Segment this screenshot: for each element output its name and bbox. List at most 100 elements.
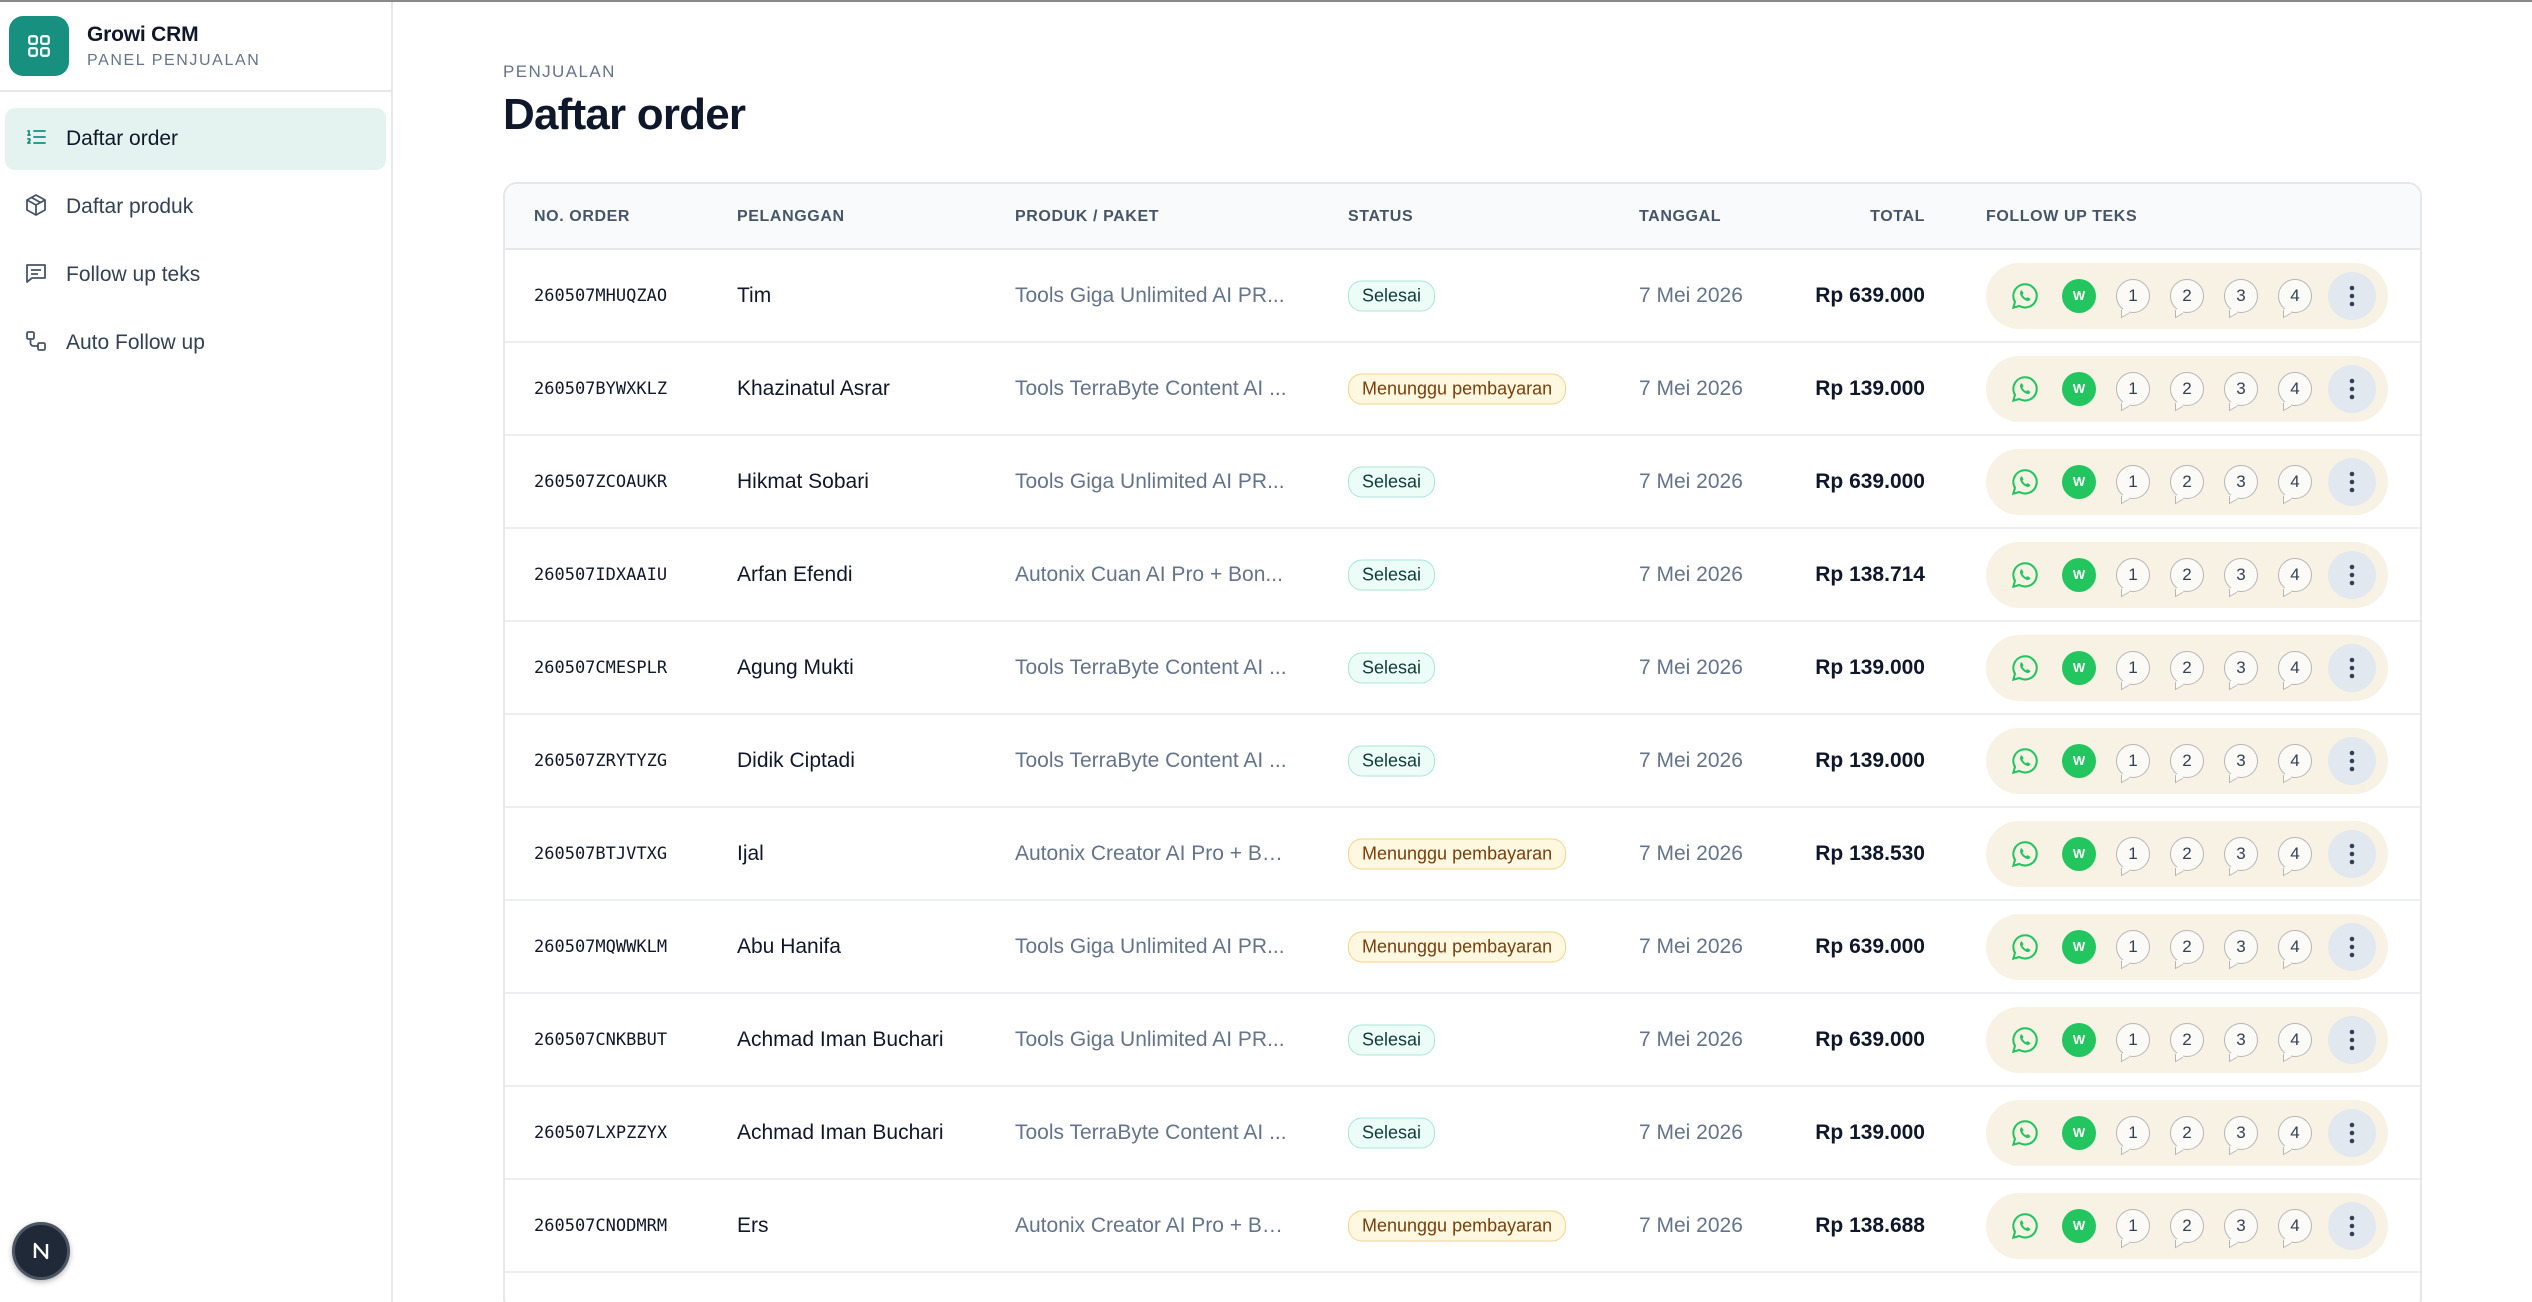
followup-3-button[interactable]: 3 xyxy=(2224,1208,2258,1243)
followup-1-button[interactable]: 1 xyxy=(2116,743,2150,778)
sidebar-item-auto-follow-up[interactable]: Auto Follow up xyxy=(5,312,386,374)
whatsapp-icon[interactable] xyxy=(2008,372,2042,406)
followup-1-button[interactable]: 1 xyxy=(2116,836,2150,871)
whatsapp-icon[interactable] xyxy=(2008,651,2042,685)
followup-2-button[interactable]: 2 xyxy=(2170,1022,2204,1057)
followup-3-button[interactable]: 3 xyxy=(2224,557,2258,592)
followup-4-button[interactable]: 4 xyxy=(2278,836,2312,871)
next-dev-badge[interactable] xyxy=(12,1222,70,1280)
followup-4-button[interactable]: 4 xyxy=(2278,1022,2312,1057)
followup-4-button[interactable]: 4 xyxy=(2278,371,2312,406)
whatsapp-web-button[interactable]: W xyxy=(2062,929,2096,964)
whatsapp-icon[interactable] xyxy=(2008,1209,2042,1243)
whatsapp-web-button[interactable]: W xyxy=(2062,464,2096,499)
col-total[interactable]: TOTAL xyxy=(1870,208,1925,226)
followup-1-button[interactable]: 1 xyxy=(2116,1115,2150,1150)
followup-3-button[interactable]: 3 xyxy=(2224,1115,2258,1150)
more-vertical-icon[interactable] xyxy=(2328,364,2376,413)
more-vertical-icon[interactable] xyxy=(2328,829,2376,878)
table-row[interactable]: 260507CNKBBUT Achmad Iman Buchari Tools … xyxy=(505,994,2420,1087)
followup-1-button[interactable]: 1 xyxy=(2116,278,2150,313)
more-vertical-icon[interactable] xyxy=(2328,643,2376,692)
followup-3-button[interactable]: 3 xyxy=(2224,371,2258,406)
table-row[interactable]: 260507BYWXKLZ Khazinatul Asrar Tools Ter… xyxy=(505,343,2420,436)
table-row[interactable]: 260507ZRYTYZG Didik Ciptadi Tools TerraB… xyxy=(505,715,2420,808)
more-vertical-icon[interactable] xyxy=(2328,736,2376,785)
followup-2-button[interactable]: 2 xyxy=(2170,1208,2204,1243)
more-vertical-icon[interactable] xyxy=(2328,1201,2376,1250)
followup-4-button[interactable]: 4 xyxy=(2278,557,2312,592)
followup-2-button[interactable]: 2 xyxy=(2170,650,2204,685)
followup-2-button[interactable]: 2 xyxy=(2170,743,2204,778)
followup-2-button[interactable]: 2 xyxy=(2170,278,2204,313)
order-number[interactable]: 260507MHUQZAO xyxy=(534,286,667,306)
order-number[interactable]: 260507CNODMRM xyxy=(534,1216,667,1236)
whatsapp-icon[interactable] xyxy=(2008,465,2042,499)
whatsapp-web-button[interactable]: W xyxy=(2062,1022,2096,1057)
order-number[interactable]: 260507MQWWKLM xyxy=(534,937,667,957)
order-number[interactable]: 260507BTJVTXG xyxy=(534,844,667,864)
order-number[interactable]: 260507CMESPLR xyxy=(534,658,667,678)
whatsapp-icon[interactable] xyxy=(2008,279,2042,313)
followup-3-button[interactable]: 3 xyxy=(2224,650,2258,685)
followup-4-button[interactable]: 4 xyxy=(2278,278,2312,313)
grid-logo-icon[interactable] xyxy=(9,16,69,76)
followup-4-button[interactable]: 4 xyxy=(2278,650,2312,685)
whatsapp-icon[interactable] xyxy=(2008,930,2042,964)
followup-4-button[interactable]: 4 xyxy=(2278,929,2312,964)
followup-1-button[interactable]: 1 xyxy=(2116,371,2150,406)
whatsapp-icon[interactable] xyxy=(2008,558,2042,592)
followup-2-button[interactable]: 2 xyxy=(2170,836,2204,871)
col-date[interactable]: TANGGAL xyxy=(1639,208,1721,226)
table-row[interactable]: 260507LXPZZYX Achmad Iman Buchari Tools … xyxy=(505,1087,2420,1180)
followup-1-button[interactable]: 1 xyxy=(2116,464,2150,499)
followup-3-button[interactable]: 3 xyxy=(2224,1022,2258,1057)
more-vertical-icon[interactable] xyxy=(2328,1015,2376,1064)
table-row[interactable]: 260507CNODMRM Ers Autonix Creator AI Pro… xyxy=(505,1180,2420,1273)
sidebar-item-follow-up-teks[interactable]: Follow up teks xyxy=(5,244,386,306)
followup-4-button[interactable]: 4 xyxy=(2278,464,2312,499)
whatsapp-icon[interactable] xyxy=(2008,837,2042,871)
order-number[interactable]: 260507BYWXKLZ xyxy=(534,379,667,399)
followup-3-button[interactable]: 3 xyxy=(2224,743,2258,778)
order-number[interactable]: 260507CNKBBUT xyxy=(534,1030,667,1050)
whatsapp-web-button[interactable]: W xyxy=(2062,743,2096,778)
more-vertical-icon[interactable] xyxy=(2328,1108,2376,1157)
whatsapp-icon[interactable] xyxy=(2008,1116,2042,1150)
followup-2-button[interactable]: 2 xyxy=(2170,464,2204,499)
more-vertical-icon[interactable] xyxy=(2328,550,2376,599)
followup-1-button[interactable]: 1 xyxy=(2116,557,2150,592)
followup-1-button[interactable]: 1 xyxy=(2116,1208,2150,1243)
col-customer[interactable]: PELANGGAN xyxy=(737,208,845,226)
order-number[interactable]: 260507ZRYTYZG xyxy=(534,751,667,771)
followup-4-button[interactable]: 4 xyxy=(2278,1208,2312,1243)
order-number[interactable]: 260507ZCOAUKR xyxy=(534,472,667,492)
table-row[interactable]: 260507ZCOAUKR Hikmat Sobari Tools Giga U… xyxy=(505,436,2420,529)
col-order[interactable]: NO. ORDER xyxy=(534,208,630,226)
followup-2-button[interactable]: 2 xyxy=(2170,371,2204,406)
table-row[interactable]: 260507MHUQZAO Tim Tools Giga Unlimited A… xyxy=(505,250,2420,343)
followup-1-button[interactable]: 1 xyxy=(2116,1022,2150,1057)
followup-1-button[interactable]: 1 xyxy=(2116,929,2150,964)
col-status[interactable]: STATUS xyxy=(1348,208,1413,226)
followup-3-button[interactable]: 3 xyxy=(2224,836,2258,871)
table-row[interactable]: 260507IDXAAIU Arfan Efendi Autonix Cuan … xyxy=(505,529,2420,622)
followup-3-button[interactable]: 3 xyxy=(2224,929,2258,964)
followup-3-button[interactable]: 3 xyxy=(2224,278,2258,313)
whatsapp-web-button[interactable]: W xyxy=(2062,1115,2096,1150)
more-vertical-icon[interactable] xyxy=(2328,922,2376,971)
followup-3-button[interactable]: 3 xyxy=(2224,464,2258,499)
whatsapp-icon[interactable] xyxy=(2008,744,2042,778)
more-vertical-icon[interactable] xyxy=(2328,457,2376,506)
whatsapp-web-button[interactable]: W xyxy=(2062,650,2096,685)
whatsapp-web-button[interactable]: W xyxy=(2062,371,2096,406)
table-row[interactable]: 260507MQWWKLM Abu Hanifa Tools Giga Unli… xyxy=(505,901,2420,994)
followup-4-button[interactable]: 4 xyxy=(2278,1115,2312,1150)
followup-4-button[interactable]: 4 xyxy=(2278,743,2312,778)
followup-2-button[interactable]: 2 xyxy=(2170,1115,2204,1150)
whatsapp-web-button[interactable]: W xyxy=(2062,1208,2096,1243)
order-number[interactable]: 260507IDXAAIU xyxy=(534,565,667,585)
followup-1-button[interactable]: 1 xyxy=(2116,650,2150,685)
order-number[interactable]: 260507LXPZZYX xyxy=(534,1123,667,1143)
sidebar-item-daftar-produk[interactable]: Daftar produk xyxy=(5,176,386,238)
